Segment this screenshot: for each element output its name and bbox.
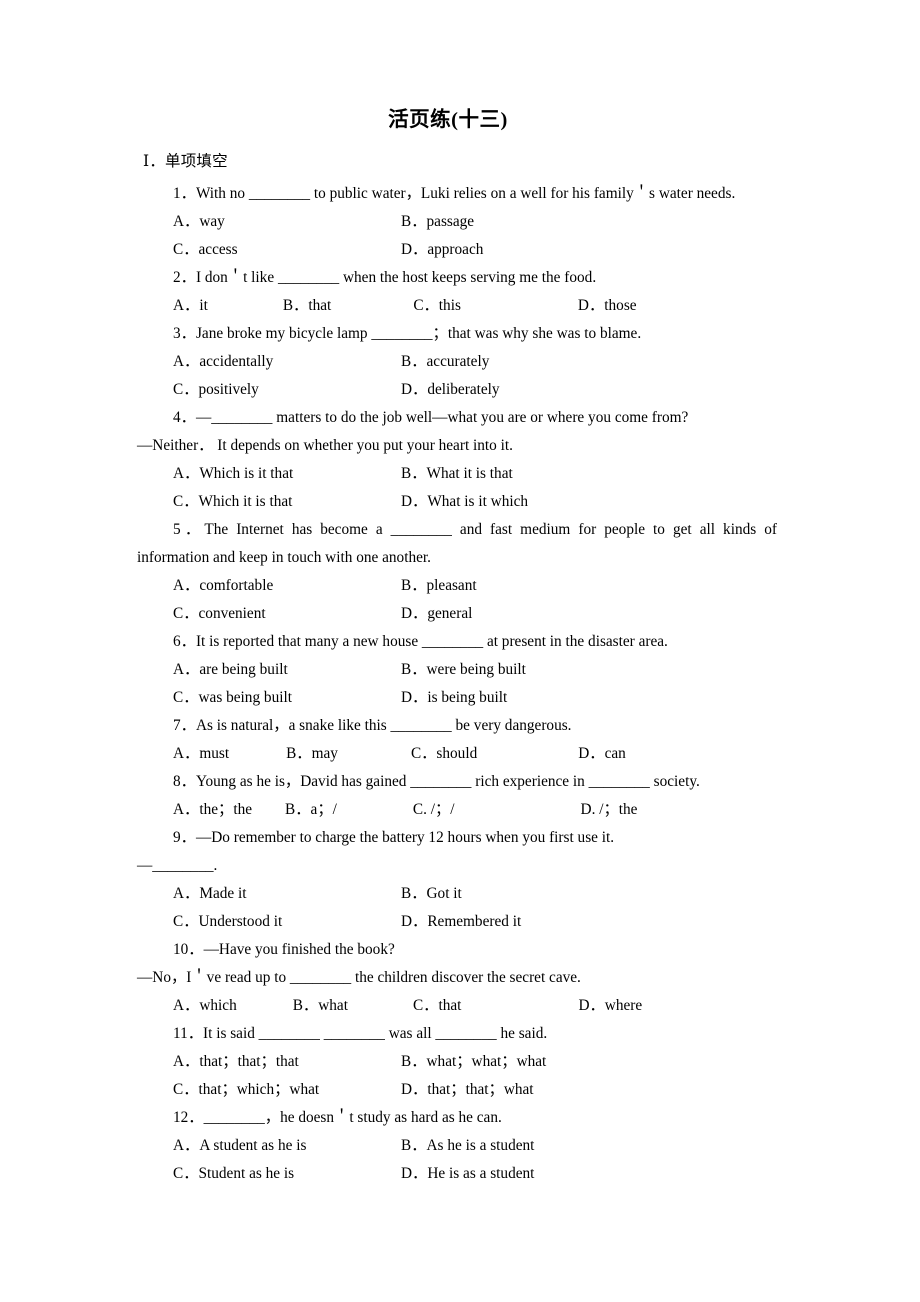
answer-option[interactable]: A．are being built bbox=[173, 656, 401, 684]
question-stem: 7．As is natural，a snake like this ______… bbox=[173, 716, 572, 734]
answer-option[interactable]: C．Which it is that bbox=[173, 488, 401, 516]
option-row: C．convenient D．general bbox=[137, 600, 777, 628]
option-row: A．are being built B．were being built bbox=[137, 656, 777, 684]
question-stem: 2．I don＇t like ________ when the host ke… bbox=[173, 268, 597, 286]
option-row: A．that；that；that B．what；what；what bbox=[137, 1048, 777, 1076]
answer-option[interactable]: B．what bbox=[293, 992, 348, 1020]
answer-option[interactable]: D．is being built bbox=[401, 684, 507, 712]
answer-option[interactable]: C．this bbox=[413, 292, 461, 320]
answer-option[interactable]: D．Remembered it bbox=[401, 908, 521, 936]
worksheet-page: 活页练(十三) Ⅰ．单项填空 1．With no ________ to pub… bbox=[0, 0, 920, 1302]
question-list: 1．With no ________ to public water，Luki … bbox=[137, 180, 777, 1188]
answer-option[interactable]: A．must bbox=[173, 740, 229, 768]
option-row: A．which B．what C．that D．where bbox=[137, 992, 777, 1020]
answer-option[interactable]: A．A student as he is bbox=[173, 1132, 401, 1160]
question-stem: 12．________，he doesn＇t study as hard as … bbox=[173, 1108, 502, 1126]
answer-option[interactable]: D．approach bbox=[401, 236, 483, 264]
answer-option[interactable]: D．deliberately bbox=[401, 376, 500, 404]
answer-option[interactable]: A．which bbox=[173, 992, 237, 1020]
answer-option[interactable]: A．it bbox=[173, 292, 208, 320]
question-stem: 10．—Have you finished the book? bbox=[173, 940, 395, 958]
answer-option[interactable]: A．comfortable bbox=[173, 572, 401, 600]
option-row: C．that；which；what D．that；that；what bbox=[137, 1076, 777, 1104]
answer-option[interactable]: D．general bbox=[401, 600, 472, 628]
answer-option[interactable]: B．As he is a student bbox=[401, 1132, 534, 1160]
question-stem-continuation: —Neither． It depends on whether you put … bbox=[137, 436, 513, 454]
option-row: A．Which is it that B．What it is that bbox=[137, 460, 777, 488]
answer-option[interactable]: D．He is as a student bbox=[401, 1160, 534, 1188]
answer-option[interactable]: D．where bbox=[578, 992, 642, 1020]
answer-option[interactable]: A．Which is it that bbox=[173, 460, 401, 488]
answer-option[interactable]: B．pleasant bbox=[401, 572, 477, 600]
answer-option[interactable]: A．way bbox=[173, 208, 401, 236]
option-row: C．Understood it D．Remembered it bbox=[137, 908, 777, 936]
option-row: A．accidentally B．accurately bbox=[137, 348, 777, 376]
option-row: C．Which it is that D．What is it which bbox=[137, 488, 777, 516]
answer-option[interactable]: B．a；/ bbox=[285, 796, 337, 824]
option-row: A．A student as he is B．As he is a student bbox=[137, 1132, 777, 1160]
question-stem: 6．It is reported that many a new house _… bbox=[173, 632, 668, 650]
option-row: A．way B．passage bbox=[137, 208, 777, 236]
option-row: C．Student as he is D．He is as a student bbox=[137, 1160, 777, 1188]
answer-option[interactable]: C．that；which；what bbox=[173, 1076, 401, 1104]
answer-option[interactable]: C. /；/ bbox=[413, 796, 455, 824]
answer-option[interactable]: B．accurately bbox=[401, 348, 489, 376]
answer-option[interactable]: B．passage bbox=[401, 208, 474, 236]
answer-option[interactable]: D. /；the bbox=[581, 796, 638, 824]
answer-option[interactable]: C．was being built bbox=[173, 684, 401, 712]
option-row: A．it B．that C．this D．those bbox=[137, 292, 777, 320]
answer-option[interactable]: D．What is it which bbox=[401, 488, 528, 516]
question-stem: 9．—Do remember to charge the battery 12 … bbox=[173, 828, 615, 846]
question-stem-continuation: —No，I＇ve read up to ________ the childre… bbox=[137, 968, 581, 986]
answer-option[interactable]: B．may bbox=[286, 740, 338, 768]
question-stem-continuation: —________. bbox=[137, 856, 218, 874]
option-row: A．comfortable B．pleasant bbox=[137, 572, 777, 600]
answer-option[interactable]: D．that；that；what bbox=[401, 1076, 534, 1104]
answer-option[interactable]: B．what；what；what bbox=[401, 1048, 546, 1076]
question-stem: 1．With no ________ to public water，Luki … bbox=[173, 184, 736, 202]
answer-option[interactable]: C．access bbox=[173, 236, 401, 264]
answer-option[interactable]: C．that bbox=[413, 992, 461, 1020]
answer-option[interactable]: A．accidentally bbox=[173, 348, 401, 376]
option-row: C．positively D．deliberately bbox=[137, 376, 777, 404]
option-row: A．Made it B．Got it bbox=[137, 880, 777, 908]
question-stem: 3．Jane broke my bicycle lamp ________；th… bbox=[173, 324, 642, 342]
answer-option[interactable]: D．those bbox=[578, 292, 637, 320]
option-row: C．was being built D．is being built bbox=[137, 684, 777, 712]
answer-option[interactable]: C．positively bbox=[173, 376, 401, 404]
answer-option[interactable]: A．the；the bbox=[173, 796, 252, 824]
answer-option[interactable]: B．What it is that bbox=[401, 460, 513, 488]
question-stem: 4．—________ matters to do the job well—w… bbox=[173, 408, 689, 426]
answer-option[interactable]: B．were being built bbox=[401, 656, 526, 684]
section-heading: Ⅰ．单项填空 bbox=[143, 152, 228, 170]
stem-text: 5．The Internet has become a ________ and… bbox=[137, 520, 777, 566]
answer-option[interactable]: C．Understood it bbox=[173, 908, 401, 936]
option-row: C．access D．approach bbox=[137, 236, 777, 264]
question-stem: 5．The Internet has become a ________ and… bbox=[137, 516, 777, 572]
answer-option[interactable]: C．should bbox=[411, 740, 477, 768]
answer-option[interactable]: C．convenient bbox=[173, 600, 401, 628]
answer-option[interactable]: C．Student as he is bbox=[173, 1160, 401, 1188]
question-stem: 11．It is said ________ ________ was all … bbox=[173, 1024, 548, 1042]
answer-option[interactable]: D．can bbox=[578, 740, 626, 768]
option-row: A．must B．may C．should D．can bbox=[137, 740, 777, 768]
page-content: 活页练(十三) Ⅰ．单项填空 1．With no ________ to pub… bbox=[137, 108, 777, 1188]
option-row: A．the；the B．a；/ C. /；/ D. /；the bbox=[137, 796, 777, 824]
question-stem: 8．Young as he is，David has gained ______… bbox=[173, 772, 700, 790]
answer-option[interactable]: B．that bbox=[283, 292, 331, 320]
answer-option[interactable]: A．Made it bbox=[173, 880, 401, 908]
page-title: 活页练(十三) bbox=[388, 109, 508, 131]
answer-option[interactable]: A．that；that；that bbox=[173, 1048, 401, 1076]
answer-option[interactable]: B．Got it bbox=[401, 880, 462, 908]
